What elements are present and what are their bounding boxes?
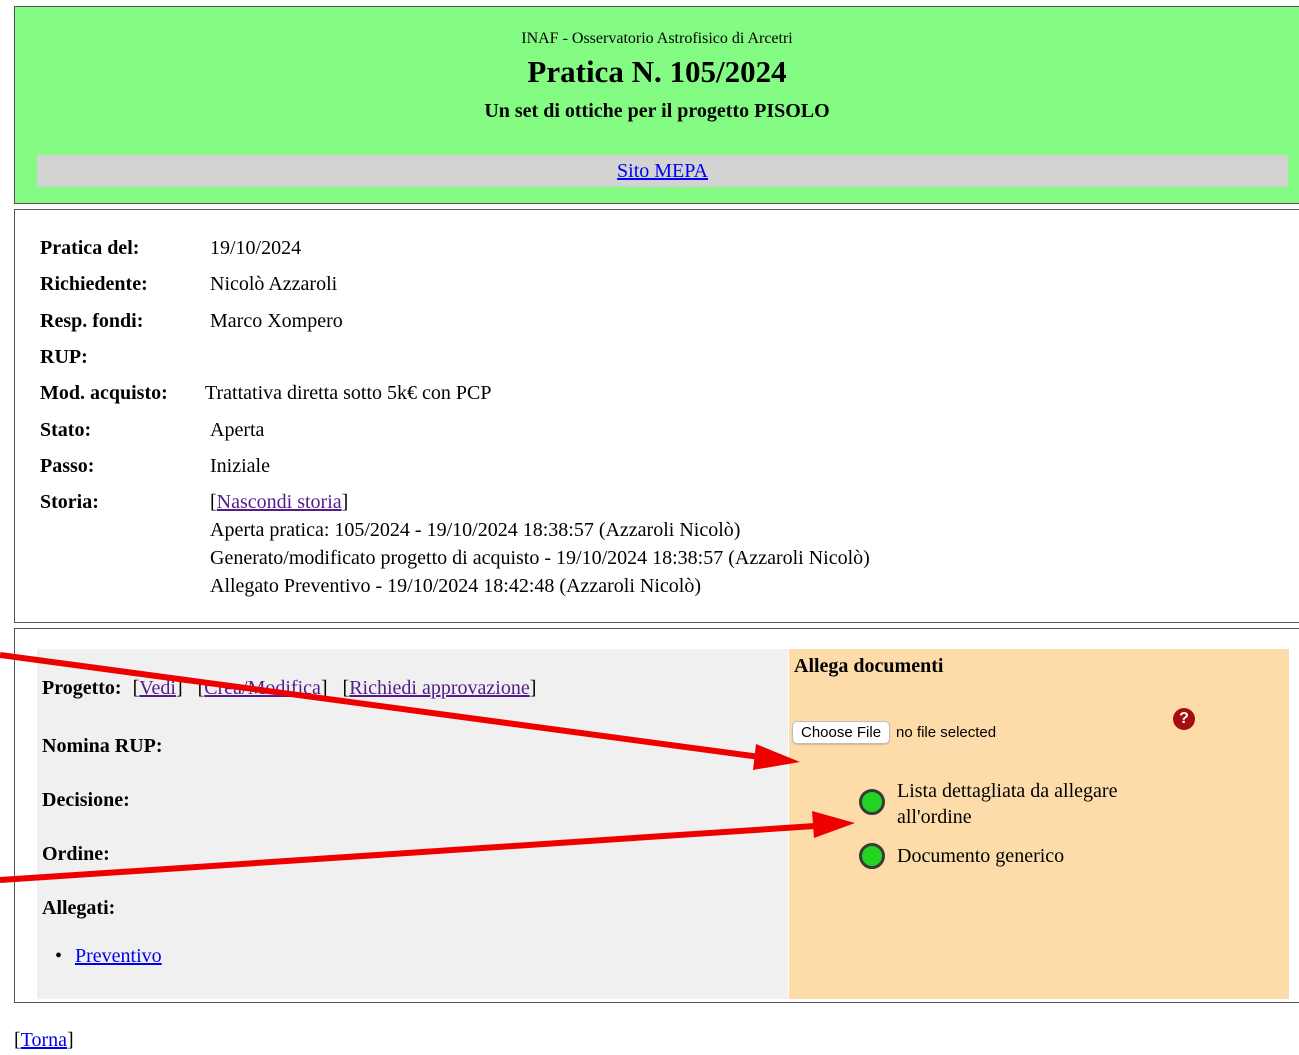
page-subtitle: Un set di ottiche per il progetto PISOLO [484,100,830,122]
history-block: [Nascondi storia] Aperta pratica: 105/20… [210,488,870,600]
organization-name: INAF - Osservatorio Astrofisico di Arcet… [521,30,793,47]
history-entry: Allegato Preventivo - 19/10/2024 18:42:4… [210,575,702,597]
choose-file-button[interactable]: Choose File [792,721,891,744]
back-row: [Torna] [14,1029,74,1051]
attachments-list: Preventivo [55,945,162,968]
progetto-row: Progetto: [Vedi] [Crea/Modifica] [Richie… [42,677,536,700]
field-label: Mod. acquisto: [40,382,168,404]
actions-panel: Progetto: [Vedi] [Crea/Modifica] [Richie… [14,628,1299,1003]
list-item: Preventivo [55,945,162,968]
field-label: Pratica del: [40,237,140,259]
info-panel: Pratica del: 19/10/2024 Richiedente: Nic… [14,209,1299,623]
field-value: Aperta [210,419,265,441]
field-value: Trattativa diretta sotto 5k€ con PCP [205,382,492,404]
history-entry: Aperta pratica: 105/2024 - 19/10/2024 18… [210,519,741,541]
field-label: Resp. fondi: [40,310,144,332]
attach-title: Allega documenti [794,655,944,677]
green-circle-icon[interactable] [859,789,885,815]
progetto-label: Progetto: [42,677,122,699]
hide-history-link[interactable]: Nascondi storia [217,491,342,513]
preventivo-link[interactable]: Preventivo [75,945,162,967]
richiedi-approvazione-link[interactable]: Richiedi approvazione [349,677,530,699]
file-status-text: no file selected [896,724,997,741]
mepa-bar: Sito MEPA [37,155,1288,187]
field-label: Richiedente: [40,273,148,295]
field-value: 19/10/2024 [210,237,302,259]
field-label: RUP: [40,346,88,368]
field-label: Passo: [40,455,95,477]
file-input: Choose File no file selected [792,721,996,744]
attach-documents-box: Allega documenti Choose File no file sele… [789,649,1289,999]
torna-link[interactable]: Torna [21,1029,67,1051]
green-circle-icon[interactable] [859,843,885,869]
field-value: Marco Xompero [210,310,343,332]
header-panel: INAF - Osservatorio Astrofisico di Arcet… [14,6,1299,204]
workflow-box: Progetto: [Vedi] [Crea/Modifica] [Richie… [37,649,788,999]
decisione-label: Decisione: [42,789,130,811]
vedi-link[interactable]: Vedi [139,677,176,699]
history-toggle-row: [Nascondi storia] [210,491,349,513]
history-entry: Generato/modificato progetto di acquisto… [210,547,870,569]
field-label: Stato: [40,419,92,441]
mepa-link[interactable]: Sito MEPA [617,160,708,182]
ordine-label: Ordine: [42,843,110,865]
question-circle-icon[interactable]: ? [1173,708,1195,730]
nomina-rup-label: Nomina RUP: [42,735,163,757]
allegati-label: Allegati: [42,897,116,919]
field-value: Nicolò Azzaroli [210,273,338,295]
field-value: Iniziale [210,455,270,477]
progetto-links: [Vedi] [Crea/Modifica] [Richiedi approva… [132,677,537,699]
page-title: Pratica N. 105/2024 [527,54,787,89]
field-label: Storia: [40,491,99,513]
option-label: Documento generico [897,845,1065,867]
crea-modifica-link[interactable]: Crea/Modifica [204,677,321,699]
option-label: Lista dettagliata da allegare all'ordine [897,780,1118,828]
